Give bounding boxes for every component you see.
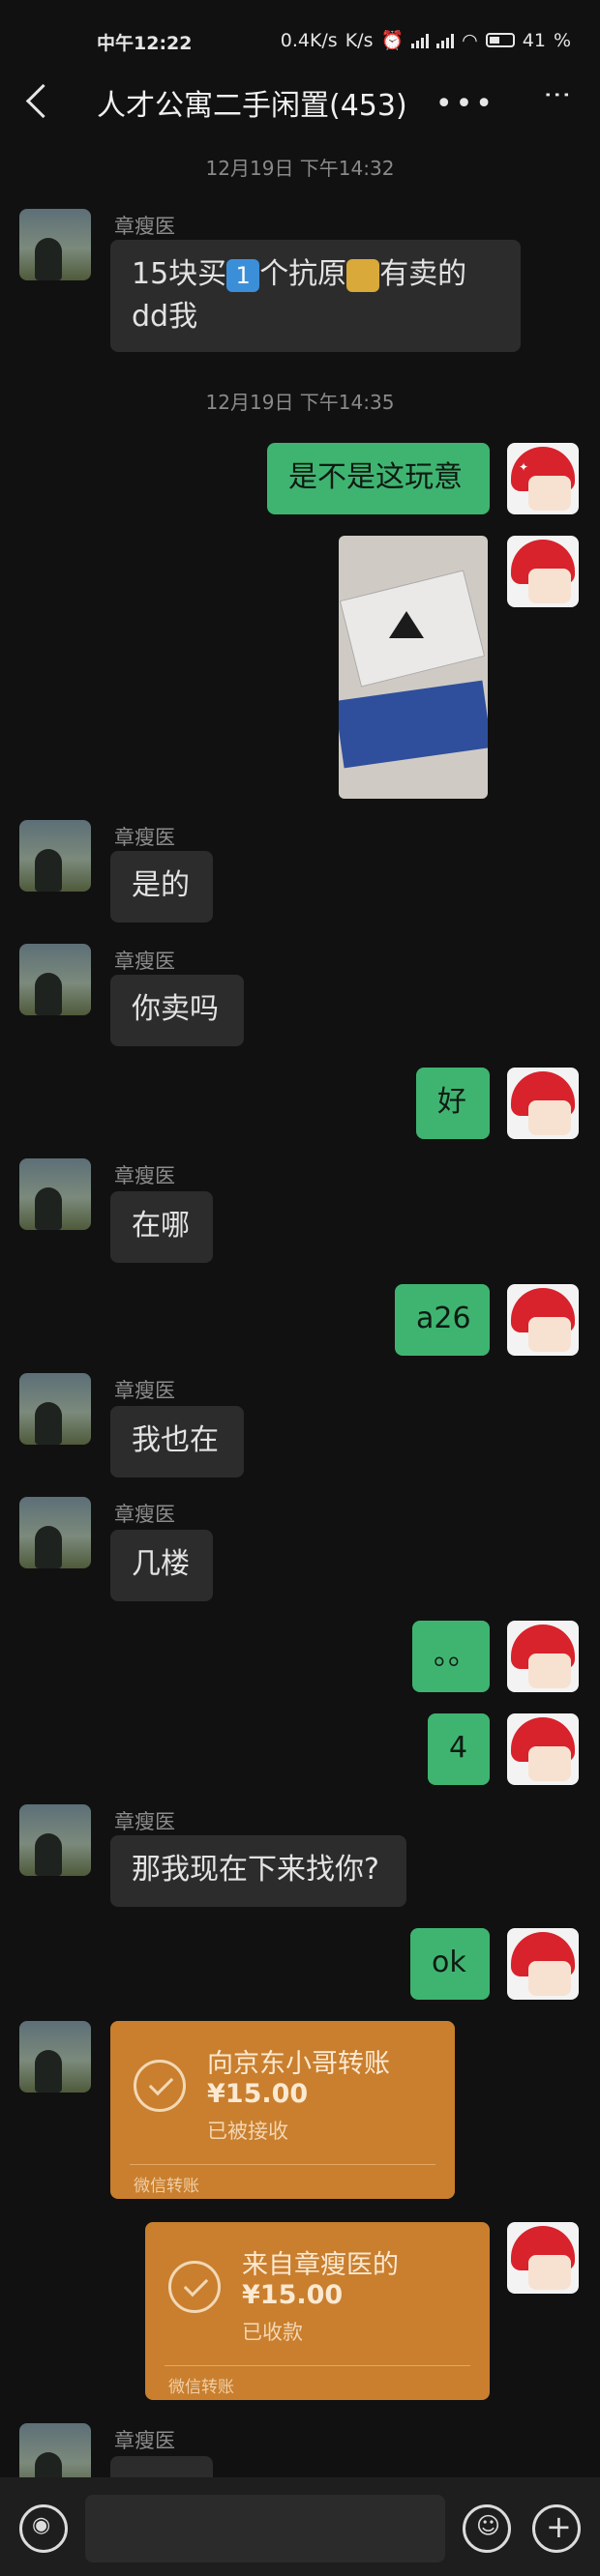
network-speed: 0.4K/s: [280, 29, 338, 51]
message-input[interactable]: [85, 2495, 445, 2562]
transfer-title: 来自章瘦医的: [242, 2250, 399, 2280]
message-bubble-self[interactable]: 4: [428, 1713, 490, 1785]
message-bubble-self[interactable]: 好: [416, 1068, 490, 1139]
message-bubble[interactable]: 15块买 1 个抗原 有卖的 dd我: [110, 240, 521, 352]
keycap-one-icon: 1: [226, 258, 260, 292]
self-avatar[interactable]: [507, 1621, 579, 1692]
sender-name: 章瘦医: [114, 1164, 175, 1187]
folded-hands-icon: [346, 258, 380, 292]
self-avatar[interactable]: [507, 1928, 579, 2000]
more-icon[interactable]: •••: [435, 87, 495, 121]
emoji-icon[interactable]: ☺: [463, 2504, 511, 2553]
plus-icon[interactable]: +: [532, 2504, 581, 2553]
signal-icon: [411, 33, 430, 48]
self-avatar[interactable]: [507, 536, 579, 607]
sender-name: 章瘦医: [114, 2429, 175, 2452]
avatar[interactable]: [19, 944, 91, 1015]
battery-icon: [485, 33, 515, 47]
transfer-title: 向京东小哥转账: [207, 2049, 390, 2079]
message-bubble[interactable]: 那我现在下来找你?: [110, 1835, 406, 1907]
self-avatar[interactable]: [507, 2222, 579, 2294]
avatar[interactable]: [19, 2021, 91, 2093]
wifi-icon: ◠: [462, 29, 478, 51]
sender-name: 章瘦医: [114, 826, 175, 849]
menu-icon[interactable]: ⋮: [542, 81, 574, 108]
battery-percent: 41: [522, 29, 546, 51]
message-bubble[interactable]: 你卖吗: [110, 975, 244, 1046]
avatar[interactable]: [19, 1804, 91, 1876]
avatar[interactable]: [19, 1497, 91, 1568]
status-icons: 0.4K/s K/s ⏰ ◠ 41%: [280, 29, 571, 52]
image-message[interactable]: [339, 536, 488, 799]
status-time: 中午12:22: [97, 33, 193, 54]
avatar[interactable]: [19, 1373, 91, 1445]
sender-name: 章瘦医: [114, 950, 175, 973]
input-bar: ◉ ☺ +: [0, 2477, 600, 2576]
message-bubble-self[interactable]: 。。: [412, 1621, 490, 1692]
message-bubble-self[interactable]: ok: [410, 1928, 490, 2000]
chat-title: 人才公寓二手闲置(453): [97, 89, 407, 123]
transfer-amount: ¥15.00: [207, 2079, 309, 2109]
transfer-status: 已收款: [242, 2321, 303, 2344]
signal-icon-2: [436, 33, 455, 48]
timestamp: 12月19日 下午14:35: [205, 391, 395, 414]
transfer-amount: ¥15.00: [242, 2280, 344, 2310]
avatar[interactable]: [19, 820, 91, 892]
transfer-footer: 微信转账: [168, 2378, 234, 2397]
avatar[interactable]: [19, 209, 91, 280]
back-icon[interactable]: [25, 83, 61, 119]
self-avatar[interactable]: [507, 1068, 579, 1139]
divider: [130, 2164, 435, 2165]
chat-header: 人才公寓二手闲置(453) ••• ⋮: [0, 68, 600, 133]
message-bubble-self[interactable]: a26: [395, 1284, 490, 1356]
self-avatar[interactable]: ✦: [507, 443, 579, 514]
self-avatar[interactable]: [507, 1284, 579, 1356]
message-bubble-self[interactable]: 是不是这玩意: [267, 443, 490, 514]
message-bubble[interactable]: 是的: [110, 851, 213, 922]
transfer-footer: 微信转账: [134, 2177, 199, 2196]
message-bubble[interactable]: 我也在: [110, 1406, 244, 1478]
sender-name: 章瘦医: [114, 1503, 175, 1526]
transfer-status: 已被接收: [207, 2120, 288, 2143]
sender-name: 章瘦医: [114, 1810, 175, 1833]
sender-name: 章瘦医: [114, 215, 175, 238]
avatar[interactable]: [19, 1158, 91, 1230]
transfer-card[interactable]: 向京东小哥转账 ¥15.00 已被接收 微信转账: [110, 2021, 455, 2199]
self-avatar[interactable]: [507, 1713, 579, 1785]
alarm-icon: ⏰: [380, 30, 405, 51]
message-bubble[interactable]: 几楼: [110, 1530, 213, 1601]
timestamp: 12月19日 下午14:32: [205, 157, 395, 180]
message-bubble[interactable]: 在哪: [110, 1191, 213, 1263]
sender-name: 章瘦医: [114, 1379, 175, 1402]
voice-icon[interactable]: ◉: [19, 2504, 68, 2553]
divider: [165, 2365, 470, 2366]
transfer-card-self[interactable]: 来自章瘦医的 ¥15.00 已收款 微信转账: [145, 2222, 490, 2400]
